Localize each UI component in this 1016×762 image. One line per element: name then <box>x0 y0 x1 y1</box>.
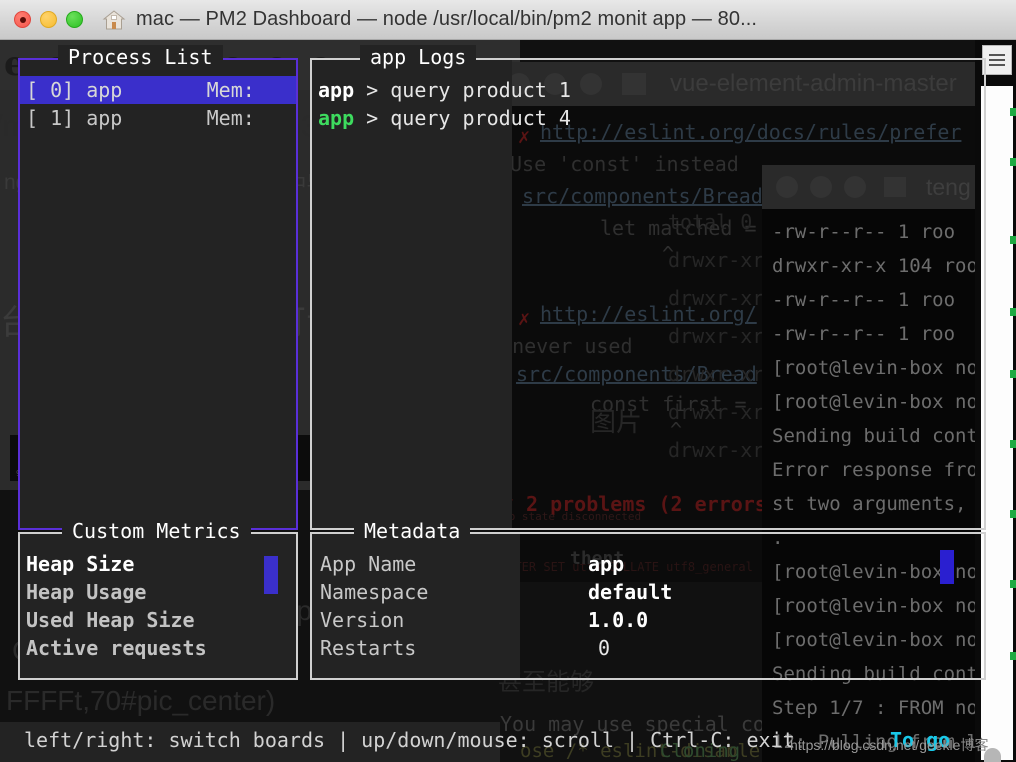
panel-title: Metadata <box>354 519 471 543</box>
panel-body: app > query product 1 app > query produc… <box>312 60 984 528</box>
terminal-cursor-block <box>940 550 954 584</box>
watermark-url: https://blog.csdn.net/geekle <box>790 737 961 753</box>
metrics-scrollbar-thumb[interactable] <box>264 556 278 594</box>
process-mem-label: Mem: <box>206 106 255 130</box>
process-name: app <box>86 106 123 130</box>
home-icon <box>102 8 126 32</box>
metadata-key: App Name <box>320 552 417 576</box>
log-tag: app <box>318 106 355 130</box>
metadata-row-2: Version 1.0.0 <box>312 606 984 634</box>
watermark: https://blog.csdn.net/geekle博客 <box>790 735 988 755</box>
pm2-monit-ui: [ 0] app Mem: [ 1] app Mem: Process List… <box>0 40 986 762</box>
log-line-0: app > query product 1 <box>312 76 984 104</box>
metadata-value: 1.0.0 <box>588 608 649 632</box>
pm2-dashboard-window: ee ee ee ee ee e ng develop 从 IE 中导入 G G… <box>0 0 1016 762</box>
process-row-0[interactable]: [ 0] app Mem: <box>20 76 296 104</box>
process-mem-label: Mem: <box>206 78 255 102</box>
metadata-value: default <box>588 580 673 604</box>
scroll-marker <box>1010 108 1016 116</box>
terminal-line: Step 1/7 : FROM no <box>772 697 978 719</box>
scroll-marker <box>1010 440 1016 448</box>
minimize-button[interactable] <box>40 11 57 28</box>
metric-item-1[interactable]: Heap Usage <box>20 578 296 606</box>
panel-title: app Logs <box>360 45 477 69</box>
zoom-button[interactable] <box>66 11 83 28</box>
scroll-marker <box>1010 236 1016 244</box>
panel-body: [ 0] app Mem: [ 1] app Mem: <box>20 60 296 528</box>
metadata-row-0: App Name app <box>312 550 984 578</box>
metric-item-3[interactable]: Active requests <box>20 634 296 662</box>
process-row-1[interactable]: [ 1] app Mem: <box>20 104 296 132</box>
metadata-panel[interactable]: App Name app Namespace default Version 1.0.… <box>310 519 986 680</box>
scroll-marker <box>1010 158 1016 166</box>
watermark-suffix: 博客 <box>960 737 989 753</box>
panel-title: Custom Metrics <box>62 519 251 543</box>
log-line-1: app > query product 4 <box>312 104 984 132</box>
metadata-key: Namespace <box>320 580 429 604</box>
panel-body: Heap Size Heap Usage Used Heap Size Acti… <box>20 534 296 678</box>
log-tag: app <box>318 78 355 102</box>
process-index: [ 0] <box>26 78 75 102</box>
log-text: > query product 4 <box>354 106 571 130</box>
app-logs-panel[interactable]: app > query product 1 app > query produc… <box>310 45 986 530</box>
window-titlebar[interactable]: mac — PM2 Dashboard — node /usr/local/bi… <box>0 0 1016 40</box>
panel-title: Process List <box>58 45 223 69</box>
scroll-marker <box>1010 652 1016 660</box>
custom-metrics-panel[interactable]: Heap Size Heap Usage Used Heap Size Acti… <box>18 519 298 680</box>
scroll-marker <box>1010 510 1016 518</box>
panel-body: App Name app Namespace default Version 1.0.… <box>312 534 984 678</box>
metric-item-2[interactable]: Used Heap Size <box>20 606 296 634</box>
process-list-panel[interactable]: [ 0] app Mem: [ 1] app Mem: Process List <box>18 45 298 530</box>
scroll-marker <box>1010 370 1016 378</box>
metadata-key: Version <box>320 608 405 632</box>
status-hint: left/right: switch boards | up/down/mous… <box>24 728 795 752</box>
scroll-marker <box>1010 580 1016 588</box>
metadata-row-3: Restarts 0 <box>312 634 984 662</box>
metric-item-0[interactable]: Heap Size <box>20 550 296 578</box>
metadata-value: 0 <box>598 636 611 660</box>
window-title: mac — PM2 Dashboard — node /usr/local/bi… <box>136 8 758 30</box>
metadata-key: Restarts <box>320 636 417 660</box>
ghost-url-text: FFFFt,70#pic_center) <box>6 685 276 716</box>
metadata-value: app <box>588 552 625 576</box>
log-text: > query product 1 <box>354 78 571 102</box>
hamburger-menu-icon[interactable] <box>982 45 1012 75</box>
scroll-marker <box>1010 308 1016 316</box>
metadata-row-1: Namespace default <box>312 578 984 606</box>
process-name: app <box>86 78 123 102</box>
close-button[interactable] <box>14 11 31 28</box>
process-index: [ 1] <box>26 106 75 130</box>
